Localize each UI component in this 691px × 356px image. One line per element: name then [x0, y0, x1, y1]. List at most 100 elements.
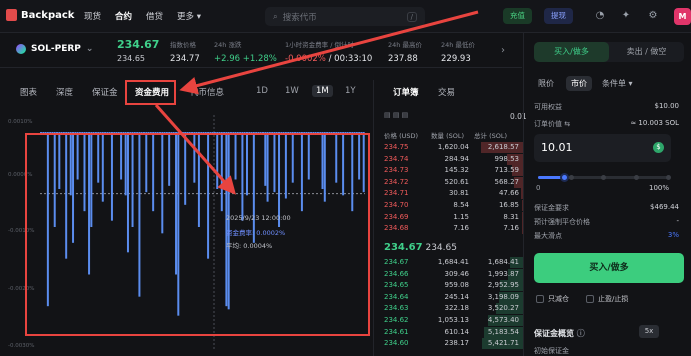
- ob-qty: 238.17: [444, 339, 470, 348]
- ob-qty: 959.08: [444, 281, 470, 290]
- ob-qty: 7.16: [453, 224, 469, 233]
- slider-tick: [666, 175, 671, 180]
- ob-bid-row[interactable]: 234.62 1,053.13 4,573.40: [374, 315, 523, 327]
- gear-icon[interactable]: ⚙: [646, 9, 660, 23]
- ob-price: 234.72: [384, 177, 409, 186]
- ob-bid-row[interactable]: 234.63 322.18 3,520.27: [374, 303, 523, 315]
- nav-lend[interactable]: 借贷: [146, 10, 163, 22]
- search-icon: ⌕: [273, 11, 278, 22]
- timeframe-1w[interactable]: 1W: [285, 86, 299, 96]
- ob-price: 234.75: [384, 143, 409, 151]
- leverage-button[interactable]: 5x: [639, 325, 659, 338]
- ob-ask-row[interactable]: 234.75 1,620.04 2,618.57: [374, 142, 523, 154]
- mark-price: 234.65: [117, 54, 145, 63]
- available-label: 可用权益: [534, 103, 562, 111]
- checkbox-icon: [586, 295, 594, 303]
- tab-token-info[interactable]: 代币信息: [190, 86, 224, 98]
- nav-spot[interactable]: 现货: [84, 10, 101, 22]
- ob-ask-row[interactable]: 234.69 1.15 8.31: [374, 211, 523, 224]
- ob-ask-row[interactable]: 234.72 520.61 568.27: [374, 176, 523, 189]
- buy-long-button[interactable]: 买入/做多: [534, 253, 684, 283]
- ob-bid-row[interactable]: 234.60 238.17 5,421.71: [374, 338, 523, 350]
- logo-text: Backpack: [21, 9, 75, 21]
- ob-bid-row[interactable]: 234.66 309.46 1,993.87: [374, 268, 523, 281]
- ob-qty: 309.46: [444, 269, 470, 278]
- tab-order-book[interactable]: 订单簿: [393, 86, 419, 98]
- ob-bid-row[interactable]: 234.67 1,684.41 1,684.41: [374, 257, 523, 269]
- liq-price-label: 预计强制平仓价格: [534, 218, 590, 226]
- search-shortcut: /: [406, 11, 417, 22]
- info-icon: ⓘ: [576, 329, 585, 338]
- portfolio-chart-icon[interactable]: ◔: [593, 9, 607, 23]
- ob-ask-row[interactable]: 234.71 30.81 47.66: [374, 188, 523, 200]
- order-type-conditional[interactable]: 条件单 ▾: [602, 78, 633, 89]
- funding-countdown: / 00:33:10: [328, 54, 373, 64]
- tab-chart[interactable]: 图表: [20, 86, 37, 98]
- ob-total: 713.59: [494, 166, 520, 175]
- order-value-label: 订单价值 ⇆: [534, 120, 571, 128]
- sparkle-icon[interactable]: ✦: [619, 9, 633, 23]
- chevron-down-icon: ⌄: [85, 44, 94, 54]
- backpack-logo[interactable]: Backpack: [6, 9, 74, 21]
- tp-sl-checkbox[interactable]: 止盈/止损: [586, 294, 628, 304]
- tab-margin[interactable]: 保证金: [92, 86, 118, 98]
- tab-buy-long[interactable]: 买入/做多: [534, 42, 609, 62]
- order-panel: 买入/做多 卖出 / 做空 限价 市价 条件单 ▾ 可用权益 $10.00 订单…: [523, 33, 691, 356]
- last-price: 234.67: [117, 38, 160, 51]
- ob-price: 234.68: [384, 224, 409, 233]
- stat-funding-rate: 1小时资金费率 / 倒计时 -0.0002% / 00:33:10: [285, 41, 373, 64]
- ob-price: 234.63: [384, 304, 409, 313]
- timeframe-1d[interactable]: 1D: [256, 86, 268, 96]
- ob-ask-row[interactable]: 234.74 284.94 998.53: [374, 153, 523, 166]
- tab-trades[interactable]: 交易: [438, 86, 455, 98]
- usd-coin-icon: $: [653, 142, 664, 153]
- ob-bid-row[interactable]: 234.61 610.14 5,183.54: [374, 326, 523, 339]
- tab-sell-short[interactable]: 卖出 / 做空: [609, 42, 684, 62]
- ob-view-toggle-icon[interactable]: ▤ ▤ ▤: [384, 111, 408, 119]
- order-type-limit[interactable]: 限价: [538, 78, 554, 89]
- chart-tabs: 图表 深度 保证金 资金费用 代币信息 1D 1W 1M 1Y: [0, 80, 371, 102]
- ob-header-qty: 数量 (SOL): [431, 132, 465, 140]
- order-type-market[interactable]: 市价: [566, 76, 592, 91]
- ob-bid-row[interactable]: 234.64 245.14 3,198.09: [374, 291, 523, 304]
- timeframe-1y[interactable]: 1Y: [345, 86, 356, 96]
- liq-price-value: -: [676, 217, 679, 225]
- ob-ask-row[interactable]: 234.68 7.16 7.16: [374, 223, 523, 235]
- slider-min: 0: [536, 184, 541, 192]
- chevron-right-icon[interactable]: ›: [501, 45, 505, 56]
- main-nav: 现货 合约 借贷 更多 ▾: [84, 10, 201, 22]
- ob-total: 3,198.09: [487, 292, 519, 301]
- side-tabs: 买入/做多 卖出 / 做空: [534, 42, 684, 62]
- tab-depth[interactable]: 深度: [56, 86, 73, 98]
- ob-qty: 284.94: [444, 154, 470, 163]
- ob-ask-row[interactable]: 234.73 145.32 713.59: [374, 165, 523, 177]
- ob-bid-row[interactable]: 234.65 959.08 2,952.95: [374, 280, 523, 292]
- market-selector[interactable]: SOL-PERP ⌄: [16, 44, 93, 54]
- timeframe-1m[interactable]: 1M: [312, 85, 333, 97]
- ob-total: 16.85: [498, 201, 519, 209]
- order-value-approx: ≈ 10.003 SOL: [630, 119, 679, 127]
- ob-price: 234.71: [384, 189, 409, 198]
- nav-futures[interactable]: 合约: [115, 10, 132, 22]
- withdraw-button[interactable]: 提现: [544, 8, 573, 24]
- market-bar: SOL-PERP ⌄ 234.67 234.65 指数价格 234.77 24h…: [0, 33, 522, 68]
- ob-price: 234.67: [384, 258, 409, 266]
- ob-qty: 245.14: [444, 292, 470, 301]
- ob-total: 5,421.71: [487, 339, 519, 348]
- reduce-only-checkbox[interactable]: 只减仓: [536, 294, 569, 304]
- slippage-value[interactable]: 3%: [668, 231, 679, 239]
- margin-req-value: $469.44: [650, 203, 679, 211]
- order-value-input[interactable]: 10.01 $: [534, 134, 671, 162]
- ob-qty: 30.81: [448, 189, 469, 198]
- solana-icon: [16, 44, 26, 54]
- deposit-button[interactable]: 充值: [503, 8, 532, 24]
- highlight-box-chart: [25, 133, 370, 336]
- ob-total: 8.31: [503, 212, 519, 221]
- ob-ask-row[interactable]: 234.70 8.54 16.85: [374, 200, 523, 212]
- size-slider[interactable]: [538, 173, 671, 182]
- slider-handle[interactable]: [560, 173, 569, 182]
- avatar[interactable]: M: [674, 8, 691, 25]
- search-input[interactable]: ⌕ 搜索代币 /: [265, 7, 425, 26]
- nav-more[interactable]: 更多 ▾: [177, 10, 201, 22]
- ob-total: 998.53: [494, 154, 520, 163]
